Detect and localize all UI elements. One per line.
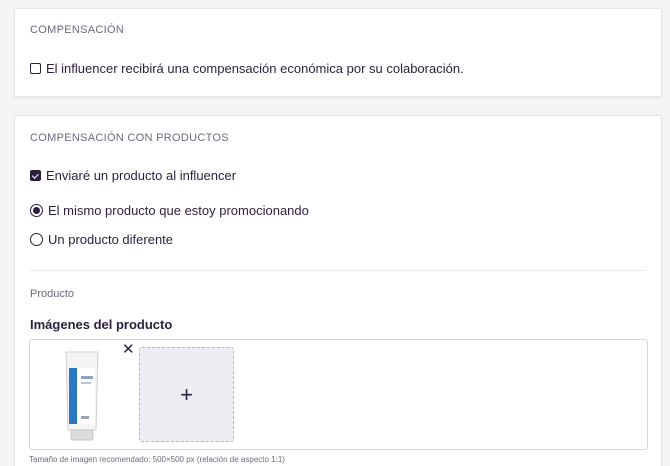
economic-compensation-label: El influencer recibirá una compensación … xyxy=(46,61,464,76)
same-product-label: El mismo producto que estoy promocionand… xyxy=(48,203,309,218)
image-size-hint: Tamaño de imagen recomendado: 500×500 px… xyxy=(29,455,285,464)
different-product-label: Un producto diferente xyxy=(48,232,174,247)
economic-compensation-checkbox[interactable] xyxy=(30,63,41,74)
add-image-button[interactable]: + xyxy=(139,347,234,442)
product-tube-image xyxy=(65,351,99,441)
compensation-card: COMPENSACIÓN El influencer recibirá una … xyxy=(14,8,662,97)
send-product-label: Enviaré un producto al influencer xyxy=(46,168,237,183)
section-divider xyxy=(30,270,646,271)
economic-compensation-option[interactable]: El influencer recibirá una compensación … xyxy=(30,61,464,76)
same-product-radio[interactable] xyxy=(30,204,43,217)
product-field-label: Producto xyxy=(30,288,75,300)
different-product-radio[interactable] xyxy=(30,233,43,246)
product-image-thumbnail[interactable] xyxy=(52,346,112,444)
product-compensation-section-title: COMPENSACIÓN CON PRODUCTOS xyxy=(30,132,229,144)
remove-image-button[interactable]: ✕ xyxy=(122,342,135,357)
product-compensation-card: COMPENSACIÓN CON PRODUCTOS Enviaré un pr… xyxy=(14,115,662,466)
send-product-option[interactable]: Enviaré un producto al influencer xyxy=(30,168,236,183)
product-images-dropzone: ✕ + xyxy=(29,339,648,450)
product-images-heading: Imágenes del producto xyxy=(30,317,173,332)
different-product-option[interactable]: Un producto diferente xyxy=(30,232,173,247)
same-product-option[interactable]: El mismo producto que estoy promocionand… xyxy=(30,203,309,218)
compensation-section-title: COMPENSACIÓN xyxy=(30,24,125,36)
plus-icon: + xyxy=(180,381,193,407)
send-product-checkbox[interactable] xyxy=(30,170,41,181)
